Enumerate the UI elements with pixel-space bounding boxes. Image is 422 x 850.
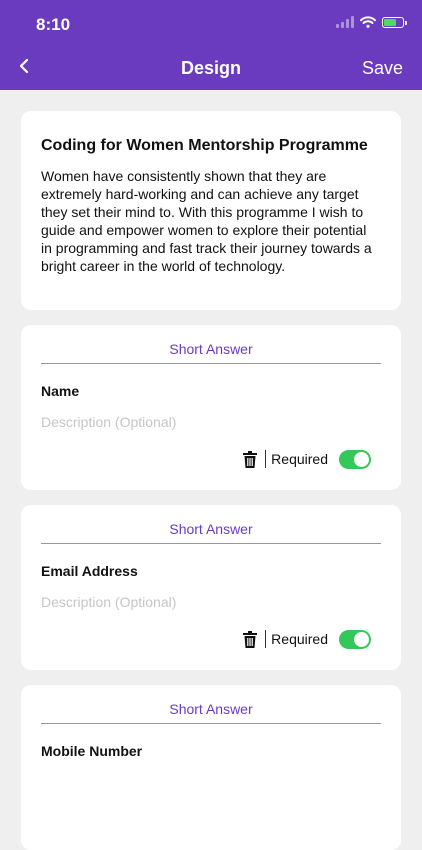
form-description: Women have consistently shown that they … [41, 168, 372, 274]
question-type-selector[interactable]: Short Answer [41, 341, 381, 364]
status-icons [336, 16, 407, 28]
required-toggle[interactable] [339, 629, 371, 649]
save-button[interactable]: Save [362, 58, 403, 79]
battery-charging-icon [382, 16, 407, 28]
question-card[interactable]: Short Answer Name Description (Optional)… [21, 325, 401, 490]
divider [265, 630, 267, 648]
required-toggle[interactable] [339, 449, 371, 469]
description-input[interactable]: Description (Optional) [41, 414, 176, 430]
trash-icon[interactable] [243, 630, 259, 648]
wifi-icon [360, 16, 376, 28]
required-label: Required [271, 631, 328, 647]
question-type-selector[interactable]: Short Answer [41, 521, 381, 544]
divider [265, 450, 267, 468]
description-input[interactable]: Description (Optional) [41, 594, 176, 610]
question-title[interactable]: Name [41, 383, 79, 399]
question-type-selector[interactable]: Short Answer [41, 701, 381, 724]
required-label: Required [271, 451, 328, 467]
question-title[interactable]: Email Address [41, 563, 138, 579]
question-controls: Required [243, 629, 371, 649]
status-time: 8:10 [36, 15, 71, 34]
page-title: Design [180, 58, 241, 78]
form-title: Coding for Women Mentorship Programme [41, 137, 368, 154]
question-card[interactable]: Short Answer Mobile Number [21, 685, 401, 850]
nav-header: 8:10 Design Save [0, 0, 422, 90]
trash-icon[interactable] [243, 450, 259, 468]
question-controls: Required [243, 449, 371, 469]
question-title[interactable]: Mobile Number [41, 743, 142, 759]
form-intro-card[interactable]: Coding for Women Mentorship Programme Wo… [21, 111, 401, 310]
signal-icon [336, 16, 354, 28]
question-card[interactable]: Short Answer Email Address Description (… [21, 505, 401, 670]
